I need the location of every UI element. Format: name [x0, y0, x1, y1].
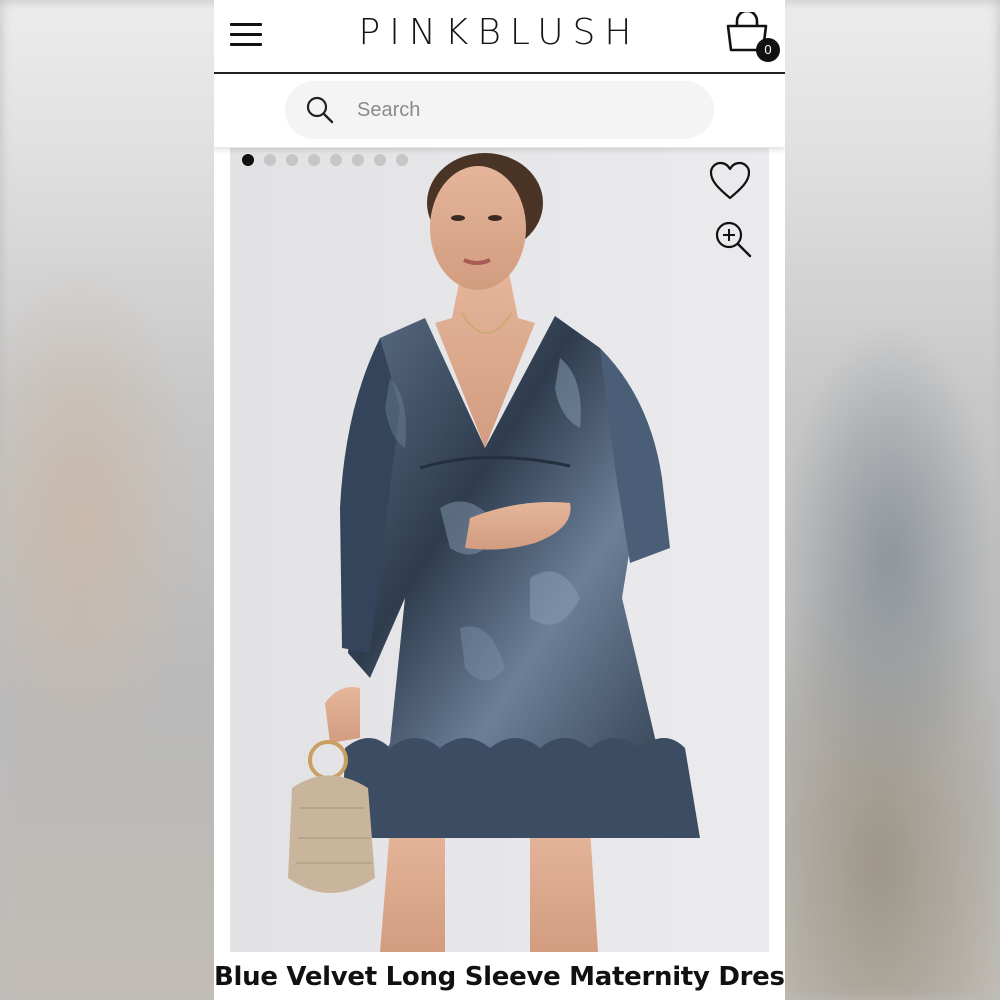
zoom-in-icon[interactable]: [714, 220, 754, 260]
product-title: Blue Velvet Long Sleeve Maternity Dress: [214, 962, 785, 992]
carousel-dot[interactable]: [330, 154, 342, 166]
search-icon[interactable]: [305, 95, 335, 125]
hamburger-menu-icon[interactable]: [230, 20, 262, 48]
mobile-page: PINKBLUSH 0 Search Blue Velvet Long Slee…: [214, 0, 785, 1000]
search-input[interactable]: [357, 81, 697, 139]
product-image-carousel[interactable]: [230, 148, 769, 952]
site-header: PINKBLUSH 0: [214, 0, 785, 74]
carousel-dot[interactable]: [242, 154, 254, 166]
product-photo: [230, 148, 769, 952]
carousel-dot[interactable]: [352, 154, 364, 166]
cart-count-badge: 0: [756, 38, 780, 62]
heart-icon[interactable]: [708, 160, 752, 202]
brand-logo[interactable]: PINKBLUSH: [274, 12, 725, 53]
carousel-dot[interactable]: [308, 154, 320, 166]
cart-button[interactable]: 0: [724, 12, 780, 62]
carousel-dots: [242, 154, 408, 166]
search-field[interactable]: [285, 81, 714, 139]
carousel-dot[interactable]: [374, 154, 386, 166]
carousel-dot[interactable]: [286, 154, 298, 166]
search-bar: [214, 75, 785, 147]
carousel-dot[interactable]: [396, 154, 408, 166]
carousel-dot[interactable]: [264, 154, 276, 166]
